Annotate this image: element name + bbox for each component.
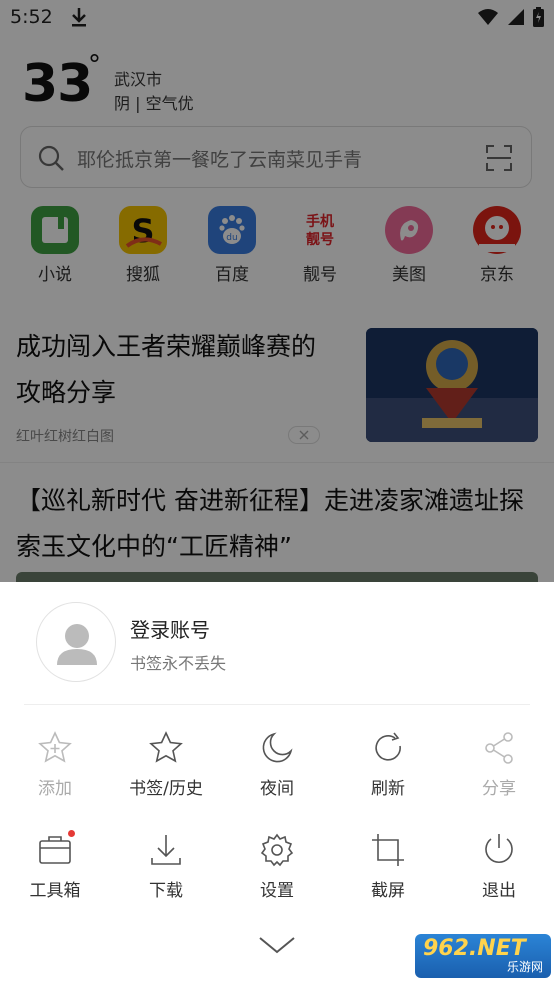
dim-overlay[interactable] [0,0,554,582]
power-icon [481,832,517,868]
menu-screenshot[interactable]: 截屏 [333,832,443,901]
gear-icon [259,832,295,868]
menu-label: 夜间 [260,779,294,799]
login-account[interactable]: 登录账号 书签永不丢失 [0,582,554,702]
menu-settings[interactable]: 设置 [222,832,332,901]
menu-add-bookmark[interactable]: 添加 [0,730,110,799]
menu-label: 设置 [260,881,294,901]
watermark-sub: 乐游网 [506,960,543,974]
menu-bookmarks-history[interactable]: 书签/历史 [111,730,221,799]
menu-toolbox[interactable]: 工具箱 [0,830,110,901]
refresh-icon [370,730,406,766]
menu-label: 书签/历史 [129,779,203,799]
crop-icon [370,832,406,868]
chevron-down-icon[interactable] [257,932,297,958]
download-icon [148,832,184,868]
share-icon [481,730,517,766]
avatar [36,602,116,682]
divider [24,704,530,705]
notification-dot [68,830,75,837]
menu-label: 退出 [482,881,516,901]
menu-share[interactable]: 分享 [444,730,554,799]
login-subtitle: 书签永不丢失 [130,654,227,673]
watermark-logo: 962.NET 乐游网 [415,934,551,978]
menu-exit[interactable]: 退出 [444,832,554,901]
menu-label: 刷新 [371,779,405,799]
menu-label: 分享 [482,779,516,799]
menu-row: 添加 书签/历史 夜间 刷新 分享 [0,730,554,810]
star-plus-icon [37,730,73,766]
star-icon [148,730,184,766]
menu-download[interactable]: 下载 [111,832,221,901]
moon-icon [259,730,295,766]
toolbox-icon [37,830,75,868]
menu-label: 添加 [38,779,72,799]
login-title: 登录账号 [130,618,210,642]
menu-label: 截屏 [371,881,405,901]
menu-sheet: 登录账号 书签永不丢失 添加 书签/历史 夜间 刷新 分享 工具箱 下载 设置 … [0,582,554,984]
menu-night-mode[interactable]: 夜间 [222,730,332,799]
menu-label: 下载 [149,881,183,901]
menu-refresh[interactable]: 刷新 [333,730,443,799]
menu-label: 工具箱 [29,881,81,901]
browser-home-page: 5:52 33 ° 武汉市 阴 | 空气优 耶伦抵京第一餐吃了云南菜见手青 小说… [0,0,554,582]
menu-row: 工具箱 下载 设置 截屏 退出 [0,830,554,912]
